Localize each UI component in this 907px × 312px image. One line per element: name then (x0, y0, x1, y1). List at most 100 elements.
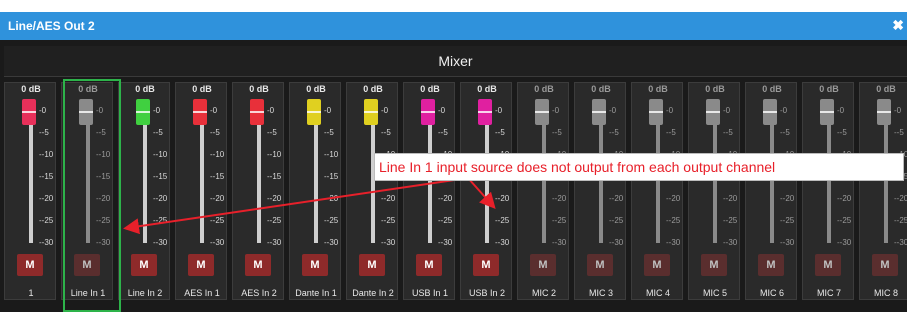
mute-button[interactable]: M (473, 254, 499, 276)
channel-level: 0 dB (534, 84, 554, 94)
mute-button[interactable]: M (131, 254, 157, 276)
scale-tick: -25 (153, 216, 168, 225)
scale-tick: -5 (39, 128, 49, 137)
scale-tick: 0 (495, 106, 502, 115)
fader-knob[interactable] (592, 99, 606, 125)
fader-knob[interactable] (307, 99, 321, 125)
scale-tick: -5 (96, 128, 106, 137)
scale-tick: -10 (153, 150, 168, 159)
scale-tick: -10 (39, 150, 54, 159)
scale-tick: 0 (39, 106, 46, 115)
scale-tick: -25 (324, 216, 339, 225)
scale-tick: 0 (723, 106, 730, 115)
channel-strip: 0 dB0-5-10-15-20-25-30MMIC 5 (688, 82, 740, 300)
scale-tick: 0 (381, 106, 388, 115)
scale-tick: 0 (324, 106, 331, 115)
mute-button[interactable]: M (302, 254, 328, 276)
channel-level: 0 dB (819, 84, 839, 94)
mute-button[interactable]: M (17, 254, 43, 276)
channel-level: 0 dB (876, 84, 896, 94)
fader-knob[interactable] (820, 99, 834, 125)
scale-tick: -30 (210, 238, 225, 247)
scale-tick: -5 (894, 128, 904, 137)
scale-tick: -20 (153, 194, 168, 203)
fader-knob[interactable] (250, 99, 264, 125)
fader-knob[interactable] (421, 99, 435, 125)
mute-button[interactable]: M (701, 254, 727, 276)
channel-level: 0 dB (477, 84, 497, 94)
scale-tick: -20 (609, 194, 624, 203)
channel-strip: 0 dB0-5-10-15-20-25-30MMIC 8 (859, 82, 907, 300)
annotation-box: Line In 1 input source does not output f… (374, 153, 904, 181)
scale-tick: -30 (495, 238, 510, 247)
scale-tick: -15 (210, 172, 225, 181)
scale-tick: -30 (96, 238, 111, 247)
scale-tick: -25 (837, 216, 852, 225)
mute-button[interactable]: M (815, 254, 841, 276)
scale-tick: 0 (552, 106, 559, 115)
channel-level: 0 dB (648, 84, 668, 94)
scale-tick: -30 (381, 238, 396, 247)
scale-tick: 0 (210, 106, 217, 115)
fader-knob[interactable] (535, 99, 549, 125)
scale-tick: -30 (894, 238, 907, 247)
scale-tick: -20 (96, 194, 111, 203)
fader-knob[interactable] (193, 99, 207, 125)
scale-tick: -25 (666, 216, 681, 225)
channel-name: USB In 2 (468, 288, 506, 298)
channel-strip: 0 dB 0 -5 -10 -15 -20 -25 -30 M 1 (4, 82, 56, 300)
channel-name: MIC 4 (645, 288, 670, 298)
mute-button[interactable]: M (758, 254, 784, 276)
top-strip (0, 0, 907, 12)
mute-button[interactable]: M (872, 254, 898, 276)
scale-tick: -20 (495, 194, 510, 203)
mute-button[interactable]: M (416, 254, 442, 276)
fader-knob[interactable] (877, 99, 891, 125)
scale-tick: -10 (267, 150, 282, 159)
scale-tick: -5 (666, 128, 676, 137)
scale-tick: -20 (210, 194, 225, 203)
mute-button[interactable]: M (74, 254, 100, 276)
scale-tick: -5 (210, 128, 220, 137)
scale-tick: -25 (39, 216, 54, 225)
fader-knob[interactable] (22, 99, 36, 125)
scale-tick: -5 (324, 128, 334, 137)
scale-tick: -30 (267, 238, 282, 247)
scale-tick: -5 (381, 128, 391, 137)
channel-level: 0 dB (192, 84, 212, 94)
scale-tick: -25 (780, 216, 795, 225)
fader-knob[interactable] (649, 99, 663, 125)
fader-knob[interactable] (706, 99, 720, 125)
scale-tick: -25 (552, 216, 567, 225)
fader-knob[interactable] (478, 99, 492, 125)
mute-button[interactable]: M (644, 254, 670, 276)
close-icon[interactable]: ✖ (892, 17, 904, 34)
mute-button[interactable]: M (245, 254, 271, 276)
channel-level: 0 dB (306, 84, 326, 94)
fader-knob[interactable] (136, 99, 150, 125)
mute-button[interactable]: M (188, 254, 214, 276)
scale-tick: -10 (210, 150, 225, 159)
scale-tick: -15 (96, 172, 111, 181)
channel-name: 1 (28, 288, 34, 298)
channel-level: 0 dB (135, 84, 155, 94)
fader-knob[interactable] (763, 99, 777, 125)
channel-name: AES In 1 (184, 288, 220, 298)
channel-strip: 0 dB0-5-10-15-20-25-30MMIC 7 (802, 82, 854, 300)
scale-tick: -15 (39, 172, 54, 181)
scale-tick: -10 (96, 150, 111, 159)
mute-button[interactable]: M (359, 254, 385, 276)
scale-tick: -30 (723, 238, 738, 247)
scale-tick: -20 (39, 194, 54, 203)
scale-tick: -15 (153, 172, 168, 181)
mute-button[interactable]: M (587, 254, 613, 276)
fader-knob[interactable] (364, 99, 378, 125)
mute-button[interactable]: M (530, 254, 556, 276)
channel-name: MIC 8 (873, 288, 898, 298)
channel-strip: 0 dB0-5-10-15-20-25-30MMIC 3 (574, 82, 626, 300)
scale-tick: 0 (96, 106, 103, 115)
scale-tick: -30 (837, 238, 852, 247)
scale-tick: -20 (267, 194, 282, 203)
fader-knob[interactable] (79, 99, 93, 125)
scale-tick: -25 (495, 216, 510, 225)
